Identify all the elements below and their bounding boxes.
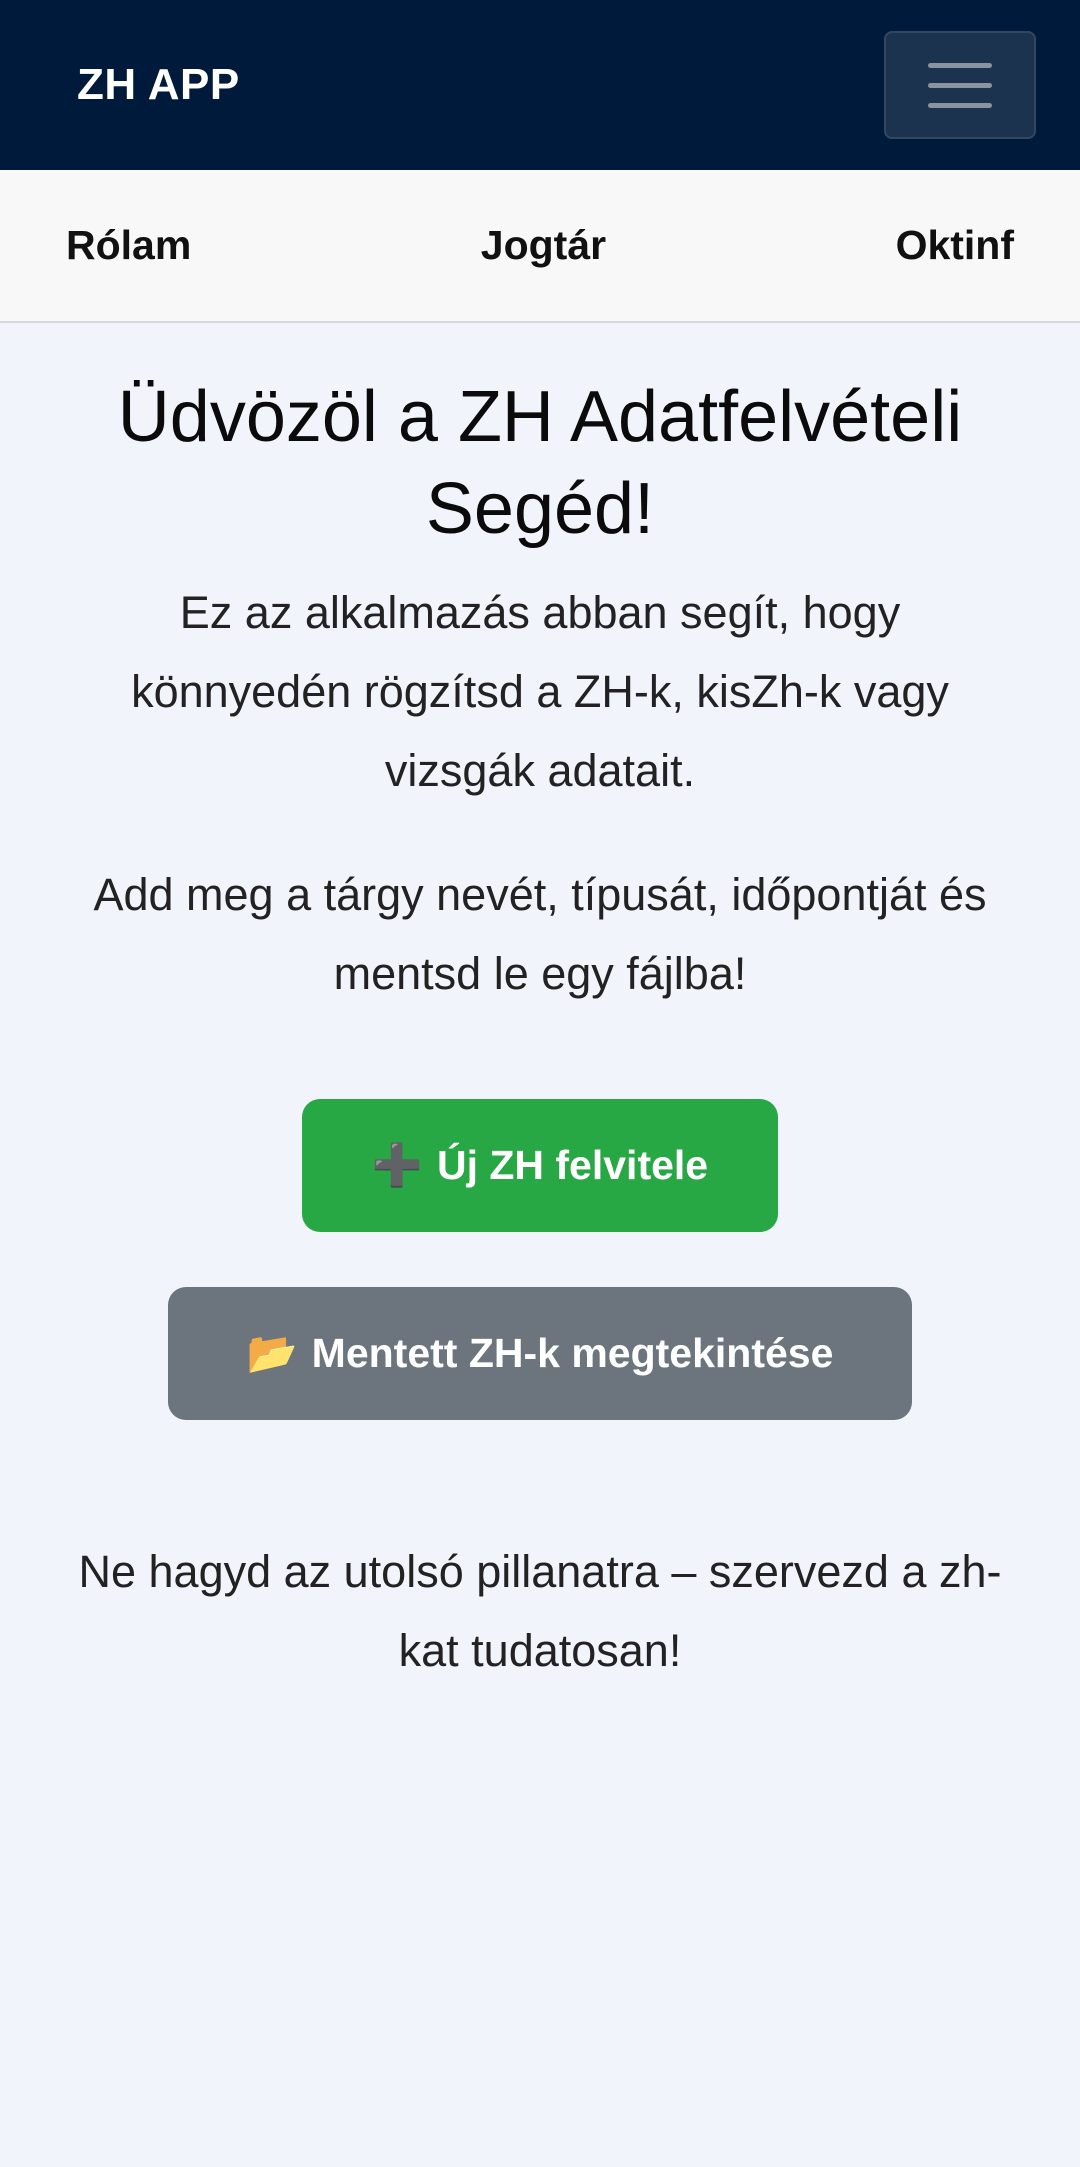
nav-link-jogtar[interactable]: Jogtár: [481, 222, 606, 269]
view-saved-zh-button-label: Mentett ZH-k megtekintése: [311, 1330, 834, 1376]
view-saved-zh-button[interactable]: 📂 Mentett ZH-k megtekintése: [168, 1287, 912, 1420]
top-navbar: ZH APP: [0, 0, 1080, 170]
intro-text: Ez az alkalmazás abban segít, hogy könny…: [131, 587, 949, 796]
menu-toggle-button[interactable]: [884, 31, 1036, 139]
secondary-nav: Rólam Jogtár Oktinf: [0, 170, 1080, 323]
open-folder-icon: 📂: [246, 1329, 298, 1376]
brand-title[interactable]: ZH APP: [77, 60, 240, 110]
hamburger-menu-icon-bar-3: [928, 102, 992, 108]
nav-link-oktinf[interactable]: Oktinf: [896, 222, 1014, 269]
motivational-text: Ne hagyd az utolsó pillanatra – szervezd…: [78, 1546, 1002, 1676]
main-content: Üdvözöl a ZH Adatfelvételi Segéd! Ez az …: [0, 323, 1080, 1690]
hamburger-menu-icon: [928, 62, 992, 68]
page-title: Üdvözöl a ZH Adatfelvételi Segéd!: [117, 377, 963, 549]
hamburger-menu-icon-bar-2: [928, 82, 992, 88]
new-zh-button-label: Új ZH felvitele: [436, 1142, 709, 1188]
new-zh-button[interactable]: ➕ Új ZH felvitele: [302, 1099, 778, 1232]
plus-icon: ➕: [371, 1141, 423, 1188]
nav-link-rolam[interactable]: Rólam: [66, 222, 191, 269]
instruction-text: Add meg a tárgy nevét, típusát, időpontj…: [93, 869, 987, 999]
